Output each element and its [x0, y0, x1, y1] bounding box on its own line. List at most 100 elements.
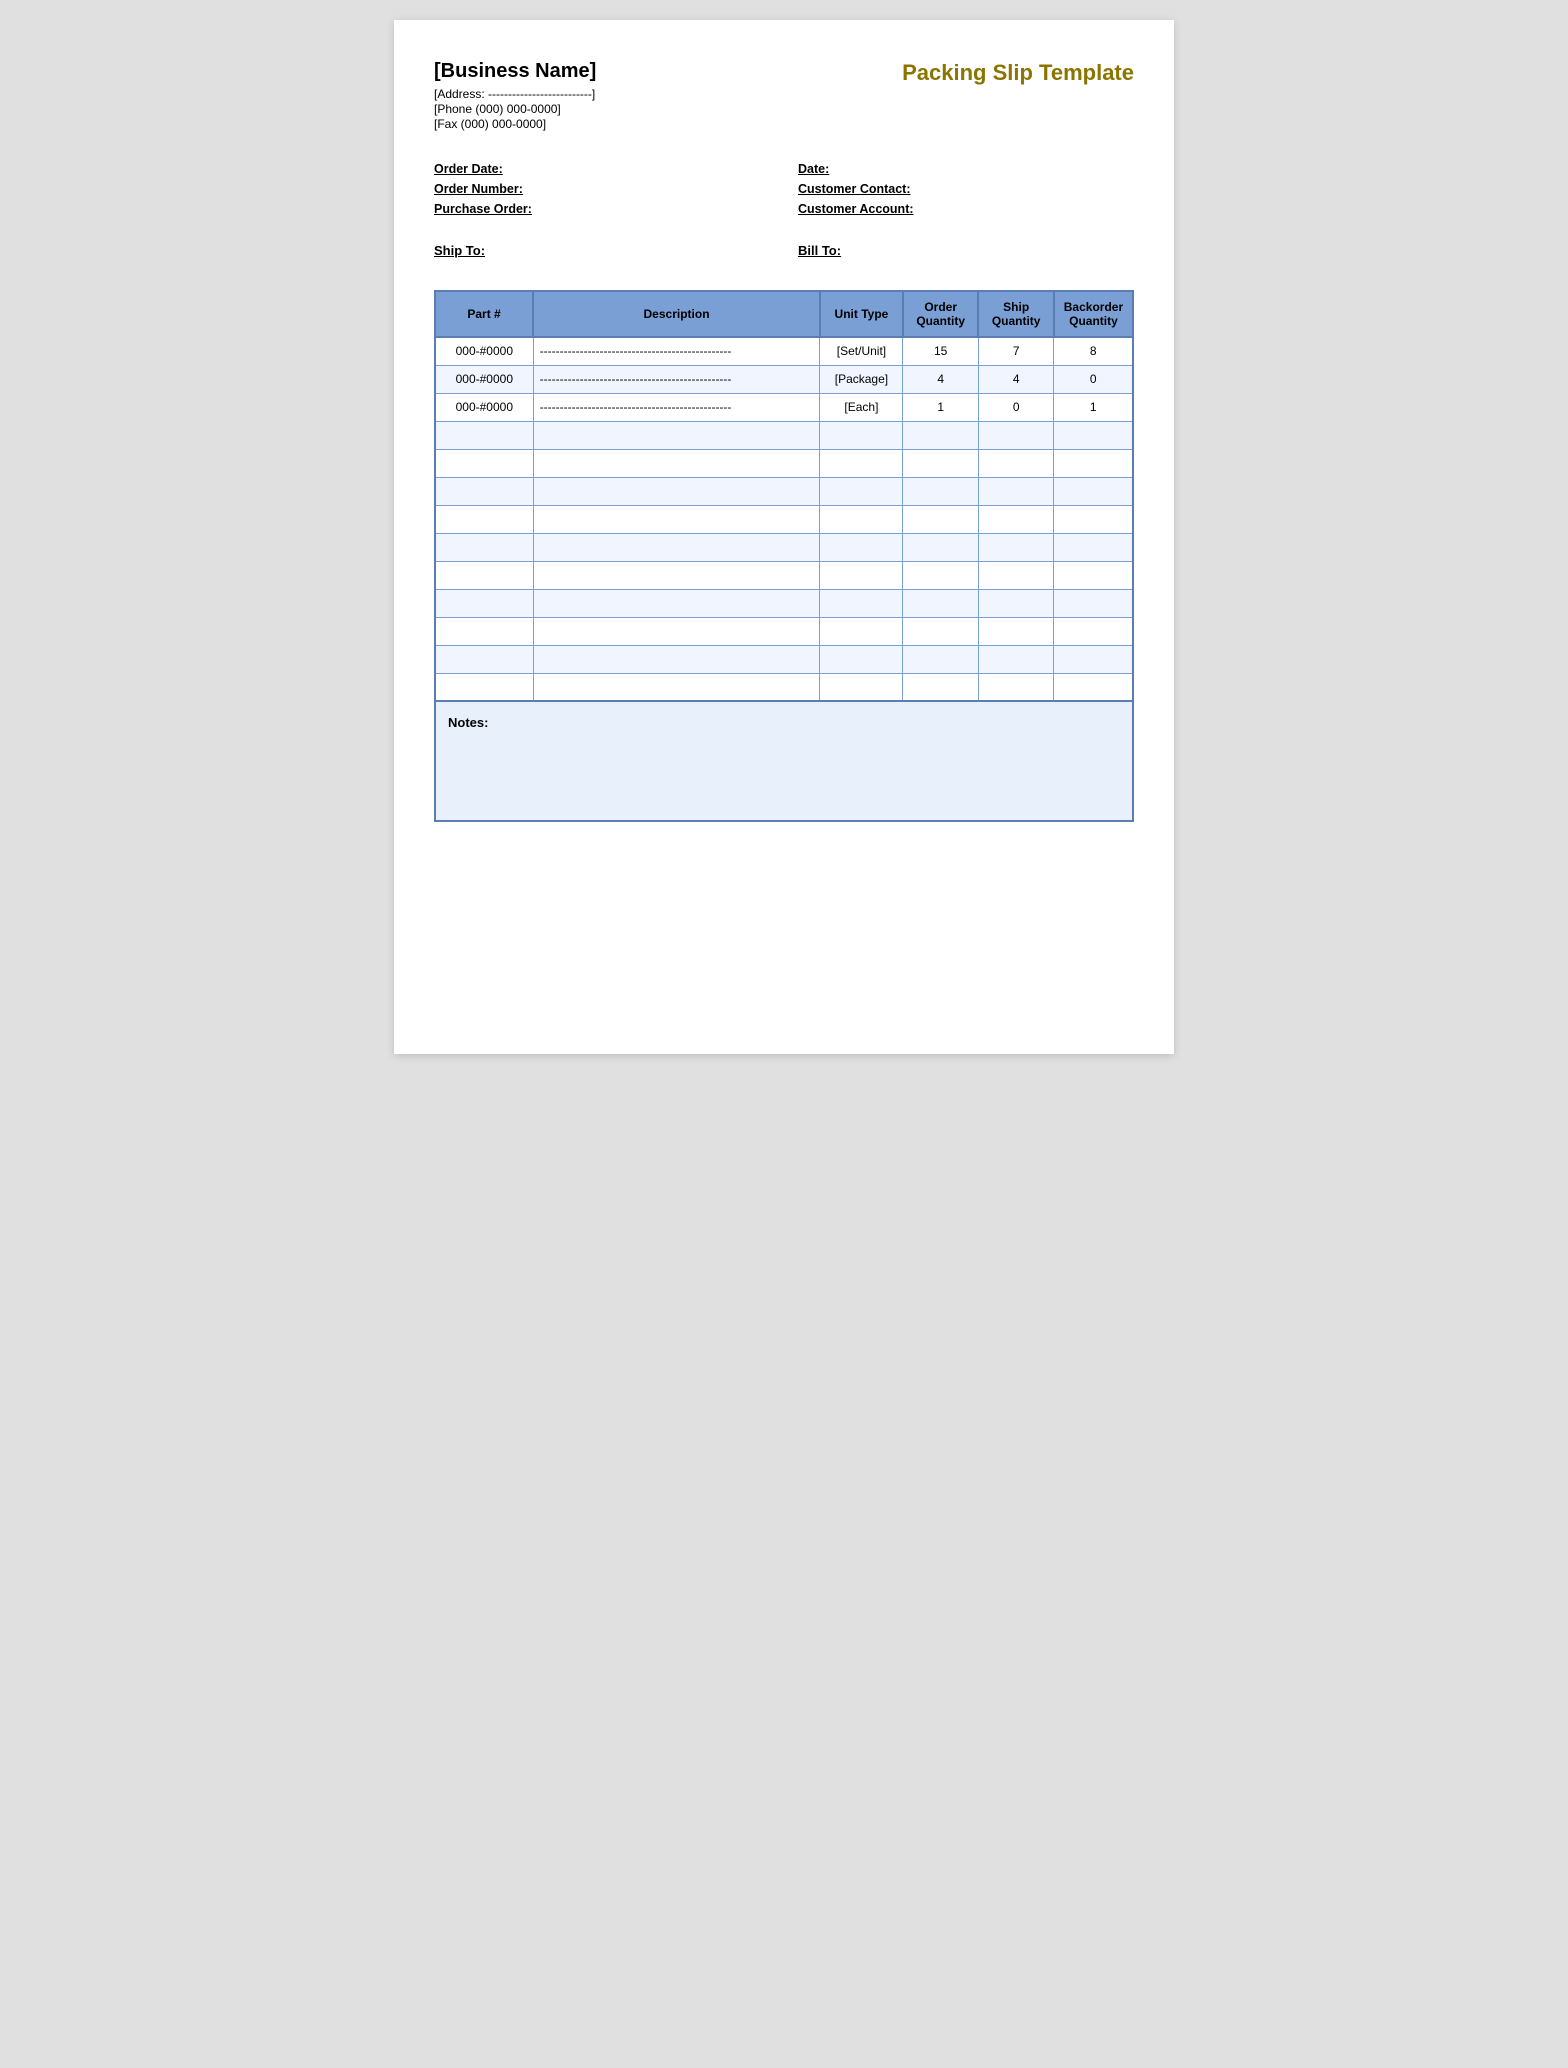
cell-row9-col0 [435, 589, 533, 617]
purchase-order-label: Purchase Order: [434, 202, 532, 216]
cell-row11-col3 [903, 645, 978, 673]
cell-row1-col3: 4 [903, 365, 978, 393]
cell-row7-col2 [820, 533, 903, 561]
order-number-label: Order Number: [434, 182, 523, 196]
cell-row1-col0: 000-#0000 [435, 365, 533, 393]
cell-row11-col4 [978, 645, 1053, 673]
cell-row8-col1 [533, 561, 820, 589]
customer-contact-row: Customer Contact: [798, 182, 1134, 196]
cell-row12-col3 [903, 673, 978, 701]
cell-row8-col2 [820, 561, 903, 589]
cell-row8-col4 [978, 561, 1053, 589]
cell-row4-col1 [533, 449, 820, 477]
table-row [435, 533, 1133, 561]
bill-to-block: Bill To: [798, 242, 1134, 260]
cell-row10-col5 [1054, 617, 1133, 645]
business-name: [Business Name] [434, 60, 596, 83]
cell-row5-col1 [533, 477, 820, 505]
header: [Business Name] [Address: --------------… [434, 60, 1134, 132]
cell-row9-col1 [533, 589, 820, 617]
cell-row0-col4: 7 [978, 337, 1053, 365]
table-row [435, 505, 1133, 533]
cell-row2-col0: 000-#0000 [435, 393, 533, 421]
cell-row3-col3 [903, 421, 978, 449]
table-row: 000-#0000-------------------------------… [435, 393, 1133, 421]
cell-row3-col4 [978, 421, 1053, 449]
page: [Business Name] [Address: --------------… [394, 20, 1174, 1054]
business-info: [Business Name] [Address: --------------… [434, 60, 596, 132]
cell-row9-col3 [903, 589, 978, 617]
table-row [435, 673, 1133, 701]
table-header-row: Part # Description Unit Type Order Quant… [435, 291, 1133, 337]
cell-row3-col5 [1054, 421, 1133, 449]
cell-row3-col2 [820, 421, 903, 449]
cell-row2-col1: ----------------------------------------… [533, 393, 820, 421]
cell-row3-col0 [435, 421, 533, 449]
order-date-label: Order Date: [434, 162, 503, 176]
col-header-ship-qty: Ship Quantity [978, 291, 1053, 337]
bill-to-label: Bill To: [798, 243, 841, 258]
fax: [Fax (000) 000-0000] [434, 117, 596, 131]
cell-row4-col5 [1054, 449, 1133, 477]
ship-to-label: Ship To: [434, 243, 485, 258]
cell-row9-col5 [1054, 589, 1133, 617]
cell-row7-col3 [903, 533, 978, 561]
col-header-part: Part # [435, 291, 533, 337]
cell-row7-col4 [978, 533, 1053, 561]
cell-row0-col0: 000-#0000 [435, 337, 533, 365]
table-row [435, 589, 1133, 617]
cell-row11-col5 [1054, 645, 1133, 673]
cell-row3-col1 [533, 421, 820, 449]
cell-row0-col2: [Set/Unit] [820, 337, 903, 365]
table-row [435, 645, 1133, 673]
cell-row0-col3: 15 [903, 337, 978, 365]
cell-row7-col5 [1054, 533, 1133, 561]
cell-row2-col5: 1 [1054, 393, 1133, 421]
cell-row4-col3 [903, 449, 978, 477]
cell-row5-col5 [1054, 477, 1133, 505]
cell-row6-col2 [820, 505, 903, 533]
cell-row1-col5: 0 [1054, 365, 1133, 393]
purchase-order-row: Purchase Order: [434, 202, 770, 216]
cell-row1-col4: 4 [978, 365, 1053, 393]
info-section: Order Date: Order Number: Purchase Order… [434, 162, 1134, 222]
cell-row10-col3 [903, 617, 978, 645]
cell-row11-col0 [435, 645, 533, 673]
col-header-unit-type: Unit Type [820, 291, 903, 337]
cell-row8-col0 [435, 561, 533, 589]
cell-row10-col1 [533, 617, 820, 645]
cell-row6-col0 [435, 505, 533, 533]
table-row [435, 477, 1133, 505]
date-label: Date: [798, 162, 829, 176]
cell-row11-col1 [533, 645, 820, 673]
date-row: Date: [798, 162, 1134, 176]
cell-row5-col0 [435, 477, 533, 505]
customer-account-label: Customer Account: [798, 202, 914, 216]
table-row [435, 561, 1133, 589]
cell-row7-col0 [435, 533, 533, 561]
order-date-row: Order Date: [434, 162, 770, 176]
notes-section: Notes: [434, 702, 1134, 822]
cell-row10-col0 [435, 617, 533, 645]
cell-row2-col4: 0 [978, 393, 1053, 421]
cell-row7-col1 [533, 533, 820, 561]
cell-row1-col2: [Package] [820, 365, 903, 393]
cell-row6-col4 [978, 505, 1053, 533]
col-header-order-qty: Order Quantity [903, 291, 978, 337]
cell-row12-col5 [1054, 673, 1133, 701]
notes-label: Notes: [448, 715, 488, 730]
cell-row9-col4 [978, 589, 1053, 617]
cell-row8-col5 [1054, 561, 1133, 589]
order-number-row: Order Number: [434, 182, 770, 196]
cell-row4-col4 [978, 449, 1053, 477]
customer-contact-label: Customer Contact: [798, 182, 911, 196]
info-right: Date: Customer Contact: Customer Account… [798, 162, 1134, 222]
cell-row12-col0 [435, 673, 533, 701]
table-row [435, 617, 1133, 645]
cell-row12-col1 [533, 673, 820, 701]
cell-row4-col2 [820, 449, 903, 477]
table-row: 000-#0000-------------------------------… [435, 337, 1133, 365]
cell-row5-col3 [903, 477, 978, 505]
phone: [Phone (000) 000-0000] [434, 102, 596, 116]
cell-row0-col5: 8 [1054, 337, 1133, 365]
